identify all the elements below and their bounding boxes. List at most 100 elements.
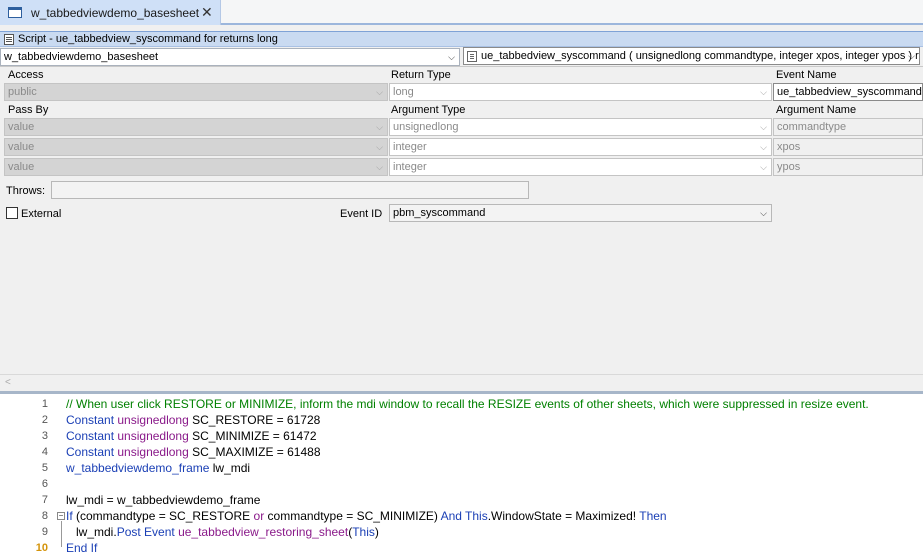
line-number: 5 bbox=[41, 462, 48, 474]
line-number: 4 bbox=[41, 446, 48, 458]
argument-name-field-2[interactable]: xpos bbox=[773, 138, 923, 156]
code-token: ) bbox=[374, 525, 379, 539]
code-token: Post Event bbox=[116, 525, 175, 539]
pass-by-value: value bbox=[8, 141, 35, 153]
code-line[interactable]: 2 Constant unsignedlong SC_RESTORE = 6172… bbox=[0, 412, 923, 428]
code-token: commandtype = SC_MINIMIZE) bbox=[264, 509, 441, 523]
argument-name-value: ypos bbox=[777, 161, 801, 173]
argument-type-value: integer bbox=[393, 141, 427, 153]
chevron-down-icon: ⌵ bbox=[760, 87, 767, 97]
event-id-label: Event ID bbox=[340, 208, 383, 220]
fold-toggle-icon[interactable]: − bbox=[57, 512, 65, 520]
chevron-down-icon: ⌵ bbox=[760, 162, 767, 172]
argument-name-label: Argument Name bbox=[776, 104, 857, 116]
line-number: 6 bbox=[41, 478, 48, 490]
event-id-dropdown[interactable]: pbm_syscommand ⌵ bbox=[389, 204, 772, 222]
code-line[interactable]: 4 Constant unsignedlong SC_MAXIMIZE = 614… bbox=[0, 444, 923, 460]
throws-field[interactable] bbox=[51, 181, 529, 199]
pass-by-value: value bbox=[8, 161, 35, 173]
argument-type-value: unsignedlong bbox=[393, 121, 459, 133]
chevron-down-icon: ⌵ bbox=[760, 142, 767, 152]
argument-type-dropdown-1[interactable]: unsignedlong ⌵ bbox=[389, 118, 772, 136]
chevron-down-icon[interactable]: ⌵ bbox=[448, 52, 455, 63]
code-token: lw_mdi = w_tabbedviewdemo_frame bbox=[66, 493, 261, 507]
line-number: 10 bbox=[35, 542, 48, 554]
document-tab[interactable]: w_tabbedviewdemo_basesheet ✕ bbox=[0, 0, 221, 25]
code-text: If (commandtype = SC_RESTORE or commandt… bbox=[66, 509, 667, 523]
access-value: public bbox=[8, 86, 37, 98]
argument-name-value: commandtype bbox=[777, 121, 847, 133]
event-selector[interactable]: ue_tabbedview_syscommand ( unsignedlong … bbox=[463, 47, 920, 65]
code-line[interactable]: 8 If (commandtype = SC_RESTORE or command… bbox=[0, 508, 923, 524]
code-token: Constant bbox=[66, 429, 118, 443]
code-line[interactable]: 1 // When user click RESTORE or MINIMIZE,… bbox=[0, 396, 923, 412]
event-id-value: pbm_syscommand bbox=[393, 207, 486, 219]
chevron-down-icon: ⌵ bbox=[760, 122, 767, 132]
code-token: or bbox=[253, 509, 265, 523]
line-number: 2 bbox=[41, 414, 48, 426]
fold-guide bbox=[61, 521, 62, 547]
code-token: unsignedlong bbox=[117, 445, 189, 459]
chevron-down-icon: ⌵ bbox=[376, 87, 383, 97]
code-line[interactable]: 5 w_tabbedviewdemo_frame lw_mdi bbox=[0, 460, 923, 476]
code-line[interactable]: 9 lw_mdi.Post Event ue_tabbedview_restor… bbox=[0, 524, 923, 540]
external-label: External bbox=[21, 208, 62, 220]
access-dropdown[interactable]: public ⌵ bbox=[4, 83, 388, 101]
line-number: 3 bbox=[41, 430, 48, 442]
line-number: 7 bbox=[41, 494, 48, 506]
argument-type-dropdown-2[interactable]: integer ⌵ bbox=[389, 138, 772, 156]
code-token: And This bbox=[440, 509, 488, 523]
argument-name-value: xpos bbox=[777, 141, 801, 153]
return-type-value: long bbox=[393, 86, 414, 98]
divider bbox=[0, 66, 923, 67]
code-token: SC_MINIMIZE = 61472 bbox=[188, 429, 317, 443]
pass-by-dropdown-2[interactable]: value ⌵ bbox=[4, 138, 388, 156]
code-line[interactable]: 10 End If bbox=[0, 540, 923, 556]
script-title: Script - ue_tabbedview_syscommand for re… bbox=[18, 33, 278, 45]
object-selector[interactable]: w_tabbedviewdemo_basesheet ⌵ bbox=[0, 48, 460, 66]
argument-type-dropdown-3[interactable]: integer ⌵ bbox=[389, 158, 772, 176]
code-token: End If bbox=[66, 541, 98, 555]
argument-type-label: Argument Type bbox=[391, 104, 466, 116]
code-token: lw_mdi. bbox=[66, 525, 117, 539]
return-type-label: Return Type bbox=[391, 69, 451, 81]
chevron-down-icon[interactable]: ⌵ bbox=[760, 208, 767, 219]
code-token: Constant bbox=[66, 445, 118, 459]
line-number: 1 bbox=[41, 398, 48, 410]
chevron-down-icon: ⌵ bbox=[376, 142, 383, 152]
chevron-down-icon: ⌵ bbox=[376, 122, 383, 132]
throws-label: Throws: bbox=[6, 185, 46, 197]
code-text: w_tabbedviewdemo_frame lw_mdi bbox=[66, 461, 250, 475]
horizontal-scrollbar[interactable]: < bbox=[0, 374, 923, 391]
chevron-down-icon[interactable]: ⌵ bbox=[908, 51, 915, 62]
code-token: .WindowState = Maximized! bbox=[487, 509, 640, 523]
pass-by-value: value bbox=[8, 121, 35, 133]
access-label: Access bbox=[8, 69, 44, 81]
code-token: (commandtype = SC_RESTORE bbox=[72, 509, 254, 523]
code-editor[interactable]: 1 // When user click RESTORE or MINIMIZE,… bbox=[0, 394, 923, 556]
script-title-bar: Script - ue_tabbedview_syscommand for re… bbox=[0, 31, 923, 47]
code-line[interactable]: 7 lw_mdi = w_tabbedviewdemo_frame bbox=[0, 492, 923, 508]
external-checkbox[interactable] bbox=[6, 207, 18, 219]
pass-by-dropdown-1[interactable]: value ⌵ bbox=[4, 118, 388, 136]
code-token: This bbox=[352, 525, 375, 539]
argument-name-field-3[interactable]: ypos bbox=[773, 158, 923, 176]
code-token: Constant bbox=[66, 413, 118, 427]
code-text: // When user click RESTORE or MINIMIZE, … bbox=[66, 397, 869, 411]
code-text: Constant unsignedlong SC_MAXIMIZE = 6148… bbox=[66, 445, 321, 459]
scroll-left-icon[interactable]: < bbox=[5, 377, 11, 388]
event-name-field[interactable]: ue_tabbedview_syscommand bbox=[773, 83, 923, 101]
code-text: End If bbox=[66, 541, 97, 555]
event-name-label: Event Name bbox=[776, 69, 837, 81]
event-name-value: ue_tabbedview_syscommand bbox=[777, 86, 922, 98]
event-icon bbox=[467, 50, 477, 62]
code-line[interactable]: 3 Constant unsignedlong SC_MINIMIZE = 614… bbox=[0, 428, 923, 444]
code-token: lw_mdi bbox=[209, 461, 251, 475]
code-line[interactable]: 6 bbox=[0, 476, 923, 492]
close-icon[interactable]: ✕ bbox=[201, 4, 213, 21]
code-text: Constant unsignedlong SC_MINIMIZE = 6147… bbox=[66, 429, 317, 443]
pass-by-dropdown-3[interactable]: value ⌵ bbox=[4, 158, 388, 176]
return-type-dropdown[interactable]: long ⌵ bbox=[389, 83, 772, 101]
argument-name-field-1[interactable]: commandtype bbox=[773, 118, 923, 136]
code-text: Constant unsignedlong SC_RESTORE = 61728 bbox=[66, 413, 320, 427]
